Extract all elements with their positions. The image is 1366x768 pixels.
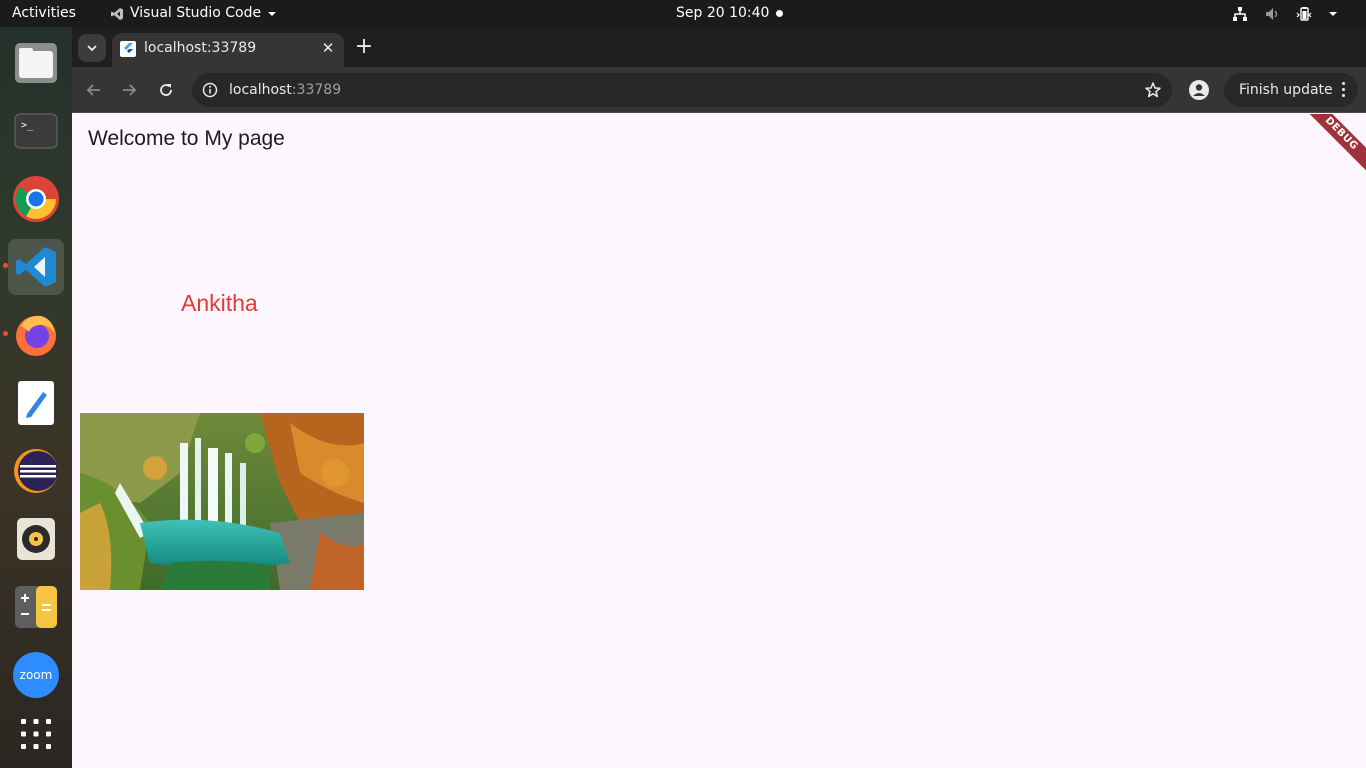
waterfall-image — [80, 413, 364, 590]
app-menu[interactable]: Visual Studio Code — [110, 0, 277, 27]
new-tab-button[interactable]: + — [352, 36, 376, 60]
chrome-icon — [13, 176, 59, 222]
reload-button[interactable] — [152, 76, 180, 104]
firefox-icon — [16, 315, 56, 356]
notification-dot — [776, 10, 783, 17]
network-icon — [1233, 6, 1247, 21]
url-text: localhost:33789 — [229, 73, 341, 107]
terminal-glyph: >_ — [21, 120, 34, 131]
web-page: Welcome to My page Ankitha DEBUG — [72, 114, 1366, 768]
system-tray[interactable] — [1232, 0, 1338, 27]
chevron-down-icon — [1329, 11, 1337, 16]
battery-icon — [1296, 6, 1312, 21]
profile-icon[interactable] — [1188, 79, 1210, 101]
tab-search-button[interactable] — [78, 34, 106, 62]
arrow-right-icon — [123, 84, 137, 96]
clock[interactable]: Sep 20 10:40 — [676, 0, 769, 27]
dock-show-apps[interactable] — [8, 706, 64, 762]
activities-button[interactable]: Activities — [12, 0, 76, 27]
dock-rhythmbox[interactable] — [8, 511, 64, 567]
debug-banner: DEBUG — [1296, 114, 1366, 179]
app-grid-icon — [21, 719, 51, 749]
forward-button[interactable] — [115, 76, 143, 104]
bookmark-star-icon[interactable] — [1144, 81, 1162, 99]
zoom-label: zoom — [20, 668, 53, 682]
dock-text-editor[interactable] — [8, 375, 64, 431]
close-tab-icon[interactable]: ✕ — [320, 40, 336, 56]
browser-tab[interactable]: localhost:33789 ✕ — [112, 33, 344, 67]
vscode-icon — [16, 247, 56, 287]
dock: >_ zoom — [0, 27, 72, 768]
chevron-down-icon — [268, 11, 277, 16]
tab-title: localhost:33789 — [144, 40, 257, 56]
running-indicator — [3, 331, 8, 336]
eclipse-icon — [14, 449, 58, 493]
dock-calculator[interactable] — [8, 579, 64, 635]
dock-vscode[interactable] — [8, 239, 64, 295]
url-port: :33789 — [291, 82, 342, 98]
dock-chrome[interactable] — [8, 171, 64, 227]
dock-terminal[interactable]: >_ — [8, 103, 64, 159]
running-indicator — [3, 263, 8, 268]
arrow-left-icon — [86, 84, 100, 96]
address-bar[interactable]: localhost:33789 — [192, 73, 1172, 107]
rhythmbox-icon — [17, 518, 55, 560]
dock-zoom[interactable]: zoom — [8, 647, 64, 703]
page-title: Welcome to My page — [88, 127, 285, 150]
tab-strip: localhost:33789 ✕ + — [72, 27, 1366, 67]
calculator-icon — [15, 586, 57, 628]
name-text: Ankitha — [181, 290, 258, 316]
chevron-down-icon — [87, 45, 97, 52]
files-icon — [15, 43, 57, 83]
vscode-small-icon — [111, 7, 123, 20]
volume-muted-icon — [1266, 7, 1278, 20]
app-menu-label: Visual Studio Code — [130, 5, 262, 21]
dock-files[interactable] — [8, 35, 64, 91]
dock-firefox[interactable] — [8, 307, 64, 363]
top-bar: Activities Visual Studio Code Sep 20 10:… — [0, 0, 1366, 27]
terminal-icon: >_ — [14, 113, 58, 149]
info-icon[interactable] — [202, 82, 218, 98]
text-editor-icon — [18, 381, 54, 425]
dock-eclipse[interactable] — [8, 443, 64, 499]
url-host: localhost — [229, 82, 292, 98]
zoom-icon: zoom — [13, 652, 59, 698]
finish-update-button[interactable]: Finish update — [1224, 73, 1358, 107]
browser-window: localhost:33789 ✕ + localhost:33789 Fini… — [72, 27, 1366, 768]
back-button[interactable] — [80, 76, 108, 104]
browser-toolbar: localhost:33789 Finish update — [72, 67, 1366, 113]
more-menu-icon — [1342, 82, 1346, 100]
reload-icon — [160, 84, 172, 96]
flutter-favicon-icon — [120, 41, 136, 57]
finish-update-label: Finish update — [1239, 82, 1333, 98]
